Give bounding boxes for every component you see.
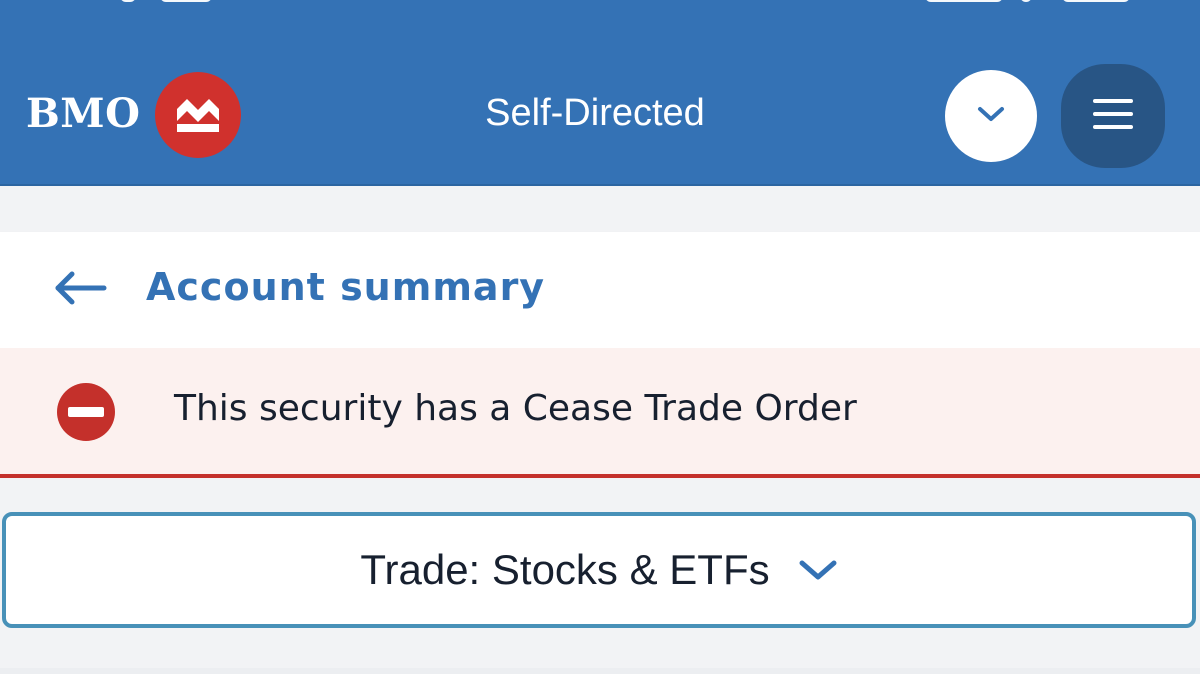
arrow-left-icon bbox=[52, 270, 108, 310]
bmo-roundel-icon bbox=[155, 72, 241, 158]
bmo-wordmark: BMO bbox=[26, 90, 141, 137]
trade-type-select[interactable]: Trade: Stocks & ETFs bbox=[2, 512, 1196, 628]
menu-button[interactable] bbox=[1061, 64, 1165, 168]
back-to-account-summary-link[interactable]: Account summary bbox=[0, 232, 1200, 348]
status-bar-partial bbox=[0, 0, 1200, 6]
account-dropdown-button[interactable] bbox=[945, 70, 1037, 162]
section-divider bbox=[0, 668, 1200, 674]
back-link-label: Account summary bbox=[146, 265, 546, 309]
trade-type-label: Trade: Stocks & ETFs bbox=[360, 546, 770, 593]
chevron-down-icon bbox=[976, 105, 1006, 127]
app-header: BMO Self-Directed bbox=[0, 0, 1200, 186]
hamburger-menu-icon bbox=[1092, 97, 1134, 135]
chevron-down-icon bbox=[798, 558, 838, 582]
page-title: Self-Directed bbox=[485, 92, 705, 134]
no-entry-icon bbox=[56, 382, 116, 446]
alert-message: This security has a Cease Trade Order bbox=[174, 388, 857, 429]
